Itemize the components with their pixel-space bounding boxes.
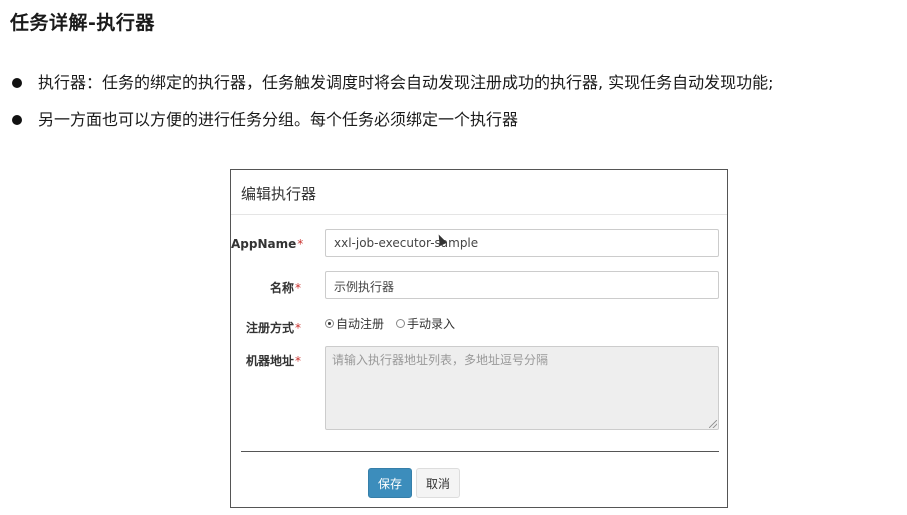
save-button[interactable]: 保存	[368, 468, 412, 498]
register-type-label: 注册方式*	[245, 321, 301, 335]
appname-input[interactable]: xxl-job-executor-sample	[325, 229, 719, 257]
register-type-options: 自动注册 手动录入	[325, 315, 455, 332]
dialog-title: 编辑执行器	[231, 170, 727, 215]
address-placeholder: 请输入执行器地址列表，多地址逗号分隔	[332, 353, 549, 367]
slide-title: 任务详解-执行器	[10, 12, 155, 34]
radio-manual-entry[interactable]: 手动录入	[396, 315, 455, 332]
radio-auto-register[interactable]: 自动注册	[325, 315, 384, 332]
bullet-executor-definition: 执行器：任务的绑定的执行器，任务触发调度时将会自动发现注册成功的执行器, 实现任…	[10, 72, 774, 94]
edit-executor-dialog: 编辑执行器 AppName* xxl-job-executor-sample 名…	[230, 169, 728, 508]
required-mark: *	[297, 237, 304, 251]
cancel-button[interactable]: 取消	[416, 468, 460, 498]
required-mark: *	[295, 321, 301, 335]
radio-checked-icon[interactable]	[325, 319, 334, 328]
radio-manual-entry-label: 手动录入	[407, 317, 456, 331]
radio-auto-register-label: 自动注册	[336, 317, 385, 331]
address-label: 机器地址*	[245, 354, 301, 368]
name-input[interactable]: 示例执行器	[325, 271, 719, 299]
radio-unchecked-icon[interactable]	[396, 319, 406, 328]
required-mark: *	[295, 354, 301, 368]
bullet-task-grouping: 另一方面也可以方便的进行任务分组。每个任务必须绑定一个执行器	[10, 109, 774, 131]
form-divider	[241, 451, 719, 452]
appname-label: AppName*	[231, 237, 304, 251]
address-textarea[interactable]: 请输入执行器地址列表，多地址逗号分隔	[325, 346, 719, 430]
name-label: 名称*	[269, 281, 301, 295]
resize-handle-icon[interactable]	[709, 420, 717, 428]
bullet-list: 执行器：任务的绑定的执行器，任务触发调度时将会自动发现注册成功的执行器, 实现任…	[10, 72, 774, 146]
required-mark: *	[295, 281, 301, 295]
